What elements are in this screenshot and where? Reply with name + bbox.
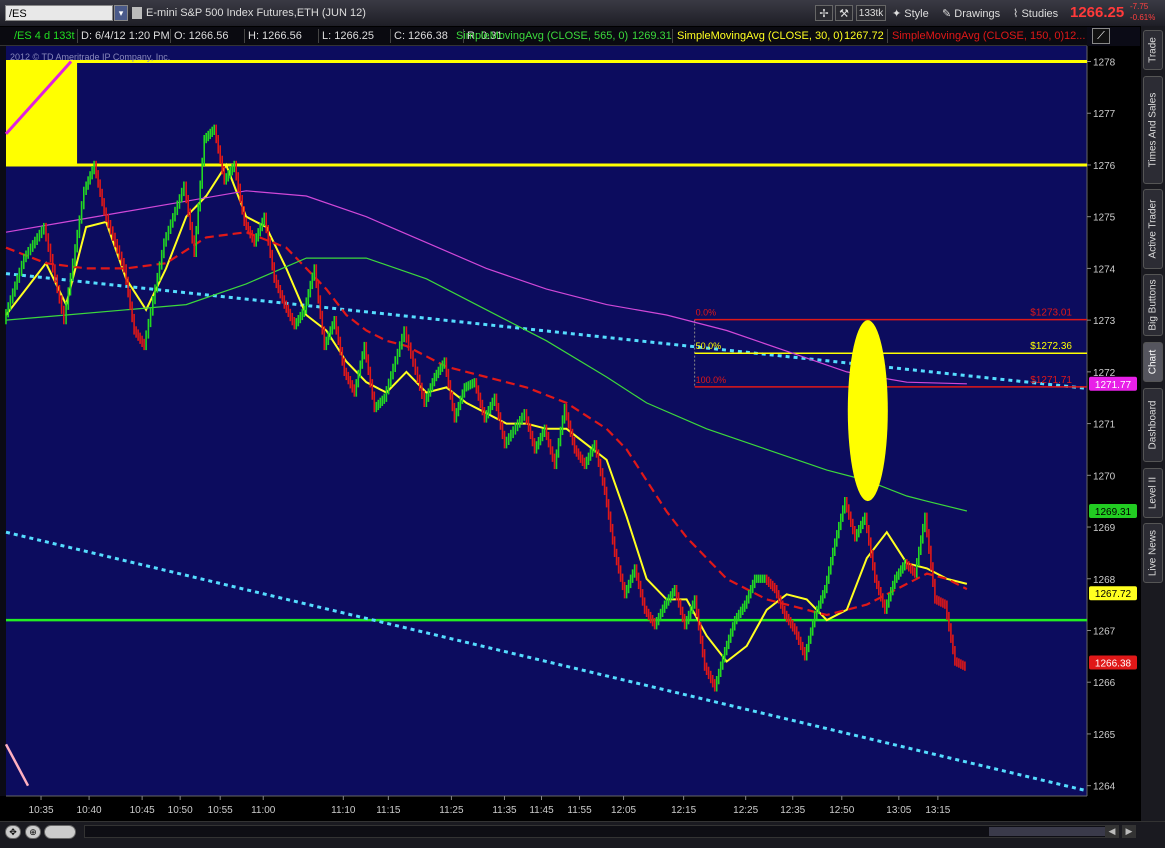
document-icon[interactable] (132, 7, 142, 19)
last-price: 1266.25 (1070, 4, 1125, 21)
high-value: H: 1266.56 (248, 30, 302, 42)
low-value: L: 1266.25 (322, 30, 374, 42)
bottom-bar: ✥ ⊕ ◀ ▶ (0, 821, 1165, 848)
open-value: O: 1266.56 (174, 30, 229, 42)
x-tick-label: 13:15 (925, 805, 950, 816)
x-tick-label: 11:10 (331, 805, 356, 816)
y-tick-label: 1275 (1093, 213, 1116, 224)
x-tick-label: 12:25 (733, 805, 758, 816)
top-toolbar: /ES ▾ E-mini S&P 500 Index Futures,ETH (… (0, 0, 1165, 27)
sma-30-value: 1267.72 (844, 30, 884, 42)
sma-150-value: 12... (1064, 30, 1086, 42)
y-tick-label: 1271 (1093, 420, 1116, 431)
studies-icon: ⌇ (1013, 8, 1019, 20)
tab-big-buttons[interactable]: Big Buttons (1143, 274, 1163, 336)
net-change: -7.75 (1130, 2, 1149, 11)
tab-times-and-sales[interactable]: Times And Sales (1143, 76, 1163, 184)
drawings-menu[interactable]: ✎ Drawings (942, 7, 1000, 20)
x-tick-label: 10:50 (168, 805, 193, 816)
y-tick-label: 1264 (1093, 782, 1116, 793)
fib-level-price: $1272.36 (1030, 341, 1072, 352)
x-tick-label: 10:45 (130, 805, 155, 816)
x-tick-label: 12:15 (671, 805, 696, 816)
price-label: 1271.77 (1095, 380, 1132, 391)
tab-dashboard[interactable]: Dashboard (1143, 388, 1163, 462)
aggregation-button[interactable]: 133tk (856, 5, 886, 21)
fib-level-pct: 50.0% (696, 341, 722, 351)
style-menu[interactable]: ✦ Style (892, 7, 929, 20)
tab-chart[interactable]: Chart (1143, 342, 1163, 382)
zoom-in-icon[interactable]: ⊕ (25, 825, 41, 839)
x-tick-label: 11:45 (529, 805, 554, 816)
x-tick-label: 12:35 (780, 805, 805, 816)
y-tick-label: 1278 (1093, 58, 1116, 69)
tab-active-trader[interactable]: Active Trader (1143, 189, 1163, 269)
study-info-bar: /ES 4 d 133t D: 6/4/12 1:20 PM O: 1266.5… (0, 27, 1087, 46)
drawings-icon: ✎ (942, 8, 952, 20)
price-label: 1269.31 (1095, 507, 1132, 518)
x-tick-label: 10:35 (29, 805, 54, 816)
scroll-right-icon[interactable]: ▶ (1122, 825, 1136, 838)
fib-level-price: $1273.01 (1030, 308, 1072, 319)
x-tick-label: 12:50 (829, 805, 854, 816)
pan-icon[interactable]: ✥ (5, 825, 21, 839)
close-value: C: 1266.38 (394, 30, 448, 42)
highlight-ellipse (847, 320, 888, 502)
symbol-input[interactable]: /ES (5, 5, 113, 21)
x-tick-label: 11:55 (567, 805, 592, 816)
side-panel: Trade Times And Sales Active Trader Big … (1140, 26, 1165, 821)
style-icon: ✦ (892, 8, 902, 20)
y-tick-label: 1274 (1093, 264, 1116, 275)
x-tick-label: 10:40 (77, 805, 102, 816)
y-tick-label: 1266 (1093, 678, 1116, 689)
instrument-title: E-mini S&P 500 Index Futures,ETH (JUN 12… (146, 7, 366, 19)
x-tick-label: 10:55 (208, 805, 233, 816)
bar-date: D: 6/4/12 1:20 PM (81, 30, 170, 42)
percent-change: -0.61% (1130, 13, 1156, 22)
y-tick-label: 1276 (1093, 161, 1116, 172)
fib-level-price: $1271.71 (1030, 375, 1072, 386)
x-tick-label: 11:15 (376, 805, 401, 816)
sma-565-value: 1269.31 (632, 30, 672, 42)
scrollbar-thumb[interactable] (989, 827, 1113, 836)
price-chart[interactable]: 1264126512661267126812691270127112721273… (0, 46, 1140, 821)
tab-live-news[interactable]: Live News (1143, 523, 1163, 583)
drawing-tool-icon[interactable]: ⟋ (1092, 28, 1110, 44)
x-tick-label: 12:05 (611, 805, 636, 816)
x-tick-label: 11:35 (492, 805, 517, 816)
plot-area (6, 46, 1087, 796)
resistance-box (6, 61, 78, 165)
sma-150-label[interactable]: SimpleMovingAvg (CLOSE, 150, 0) (892, 27, 1064, 45)
drawings-label: Drawings (954, 8, 1001, 20)
y-tick-label: 1267 (1093, 626, 1116, 637)
fib-level-pct: 100.0% (696, 375, 727, 385)
crosshair-tool-icon[interactable]: ✢ (815, 5, 833, 21)
wrench-icon[interactable]: ⚒ (835, 5, 853, 21)
period-label: /ES 4 d 133t (14, 30, 75, 42)
copyright-text: 2012 © TD Ameritrade IP Company, Inc. (10, 52, 170, 62)
x-tick-label: 11:00 (251, 805, 276, 816)
y-tick-label: 1277 (1093, 109, 1116, 120)
y-tick-label: 1273 (1093, 316, 1116, 327)
scroll-left-icon[interactable]: ◀ (1105, 825, 1119, 838)
y-tick-label: 1268 (1093, 575, 1116, 586)
symbol-dropdown-icon[interactable]: ▾ (114, 5, 128, 21)
y-tick-label: 1270 (1093, 471, 1116, 482)
horizontal-scrollbar[interactable] (84, 825, 1119, 838)
fib-level-pct: 0.0% (696, 308, 717, 318)
y-tick-label: 1269 (1093, 523, 1116, 534)
price-label: 1266.38 (1095, 659, 1132, 670)
zoom-reset-icon[interactable] (44, 825, 76, 839)
tab-trade[interactable]: Trade (1143, 30, 1163, 70)
x-tick-label: 11:25 (439, 805, 464, 816)
sma-30-label[interactable]: SimpleMovingAvg (CLOSE, 30, 0) (677, 27, 843, 45)
studies-label: Studies (1021, 8, 1059, 20)
price-label: 1267.72 (1095, 589, 1132, 600)
style-label: Style (904, 8, 929, 20)
tab-level-ii[interactable]: Level II (1143, 468, 1163, 518)
studies-menu[interactable]: ⌇ Studies (1013, 7, 1058, 20)
sma-565-label[interactable]: SimpleMovingAvg (CLOSE, 565, 0) (456, 27, 628, 45)
y-tick-label: 1265 (1093, 730, 1116, 741)
x-tick-label: 13:05 (886, 805, 911, 816)
